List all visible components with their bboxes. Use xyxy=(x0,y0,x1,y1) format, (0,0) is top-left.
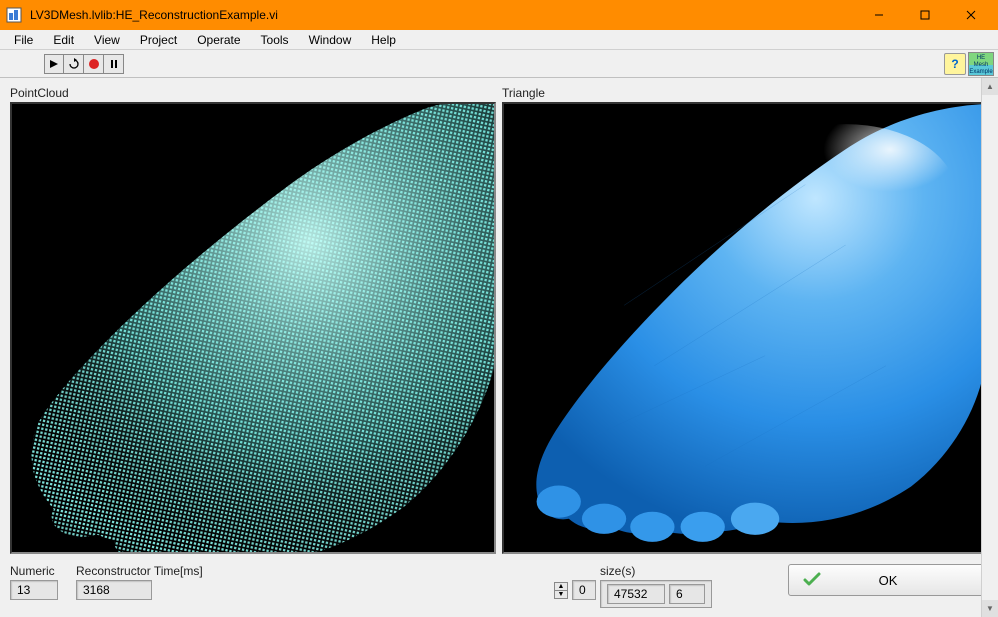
abort-button[interactable] xyxy=(84,54,104,74)
app-icon xyxy=(4,5,24,25)
menu-bar: File Edit View Project Operate Tools Win… xyxy=(0,30,998,50)
toolbar: ? HE Mesh Example xyxy=(0,50,998,78)
pointcloud-viewport[interactable] xyxy=(10,102,496,554)
help-icon: ? xyxy=(951,57,958,71)
numeric-indicator: 13 xyxy=(10,580,58,600)
sizes-label: size(s) xyxy=(600,564,712,578)
checkmark-icon xyxy=(803,572,821,589)
menu-file[interactable]: File xyxy=(4,31,43,49)
spinner-up-icon[interactable]: ▲ xyxy=(555,583,567,591)
minimize-button[interactable] xyxy=(856,0,902,30)
scroll-up-icon[interactable]: ▲ xyxy=(982,78,998,95)
menu-edit[interactable]: Edit xyxy=(43,31,84,49)
array-index-spinner[interactable]: ▲ ▼ xyxy=(554,582,568,599)
size-b-indicator: 6 xyxy=(669,584,705,604)
ok-button-label: OK xyxy=(879,573,898,588)
context-help-button[interactable]: ? xyxy=(944,53,966,75)
window-title: LV3DMesh.lvlib:HE_ReconstructionExample.… xyxy=(30,8,856,22)
bottom-controls: Numeric 13 Reconstructor Time[ms] 3168 x… xyxy=(10,564,988,608)
menu-help[interactable]: Help xyxy=(361,31,406,49)
triangle-label: Triangle xyxy=(502,86,988,100)
vi-icon-badge: HE Mesh Example xyxy=(968,52,994,76)
menu-operate[interactable]: Operate xyxy=(187,31,250,49)
scroll-track[interactable] xyxy=(982,95,998,600)
pause-button[interactable] xyxy=(104,54,124,74)
size-a-indicator: 47532 xyxy=(607,584,665,604)
maximize-button[interactable] xyxy=(902,0,948,30)
numeric-label: Numeric xyxy=(10,564,58,578)
recon-time-label: Reconstructor Time[ms] xyxy=(76,564,203,578)
ok-button[interactable]: OK xyxy=(788,564,988,596)
front-panel: PointCloud xyxy=(0,78,998,617)
pointcloud-label: PointCloud xyxy=(10,86,496,100)
sizes-cluster: 47532 6 xyxy=(600,580,712,608)
window-titlebar: LV3DMesh.lvlib:HE_ReconstructionExample.… xyxy=(0,0,998,30)
recon-time-indicator: 3168 xyxy=(76,580,152,600)
menu-tools[interactable]: Tools xyxy=(251,31,299,49)
menu-window[interactable]: Window xyxy=(299,31,362,49)
vertical-scrollbar[interactable]: ▲ ▼ xyxy=(981,78,998,617)
scroll-down-icon[interactable]: ▼ xyxy=(982,600,998,617)
run-continuously-button[interactable] xyxy=(64,54,84,74)
run-button[interactable] xyxy=(44,54,64,74)
menu-project[interactable]: Project xyxy=(130,31,187,49)
array-index-control[interactable]: 0 xyxy=(572,580,596,600)
triangle-viewport[interactable] xyxy=(502,102,988,554)
menu-view[interactable]: View xyxy=(84,31,130,49)
close-button[interactable] xyxy=(948,0,994,30)
spinner-down-icon[interactable]: ▼ xyxy=(555,591,567,598)
